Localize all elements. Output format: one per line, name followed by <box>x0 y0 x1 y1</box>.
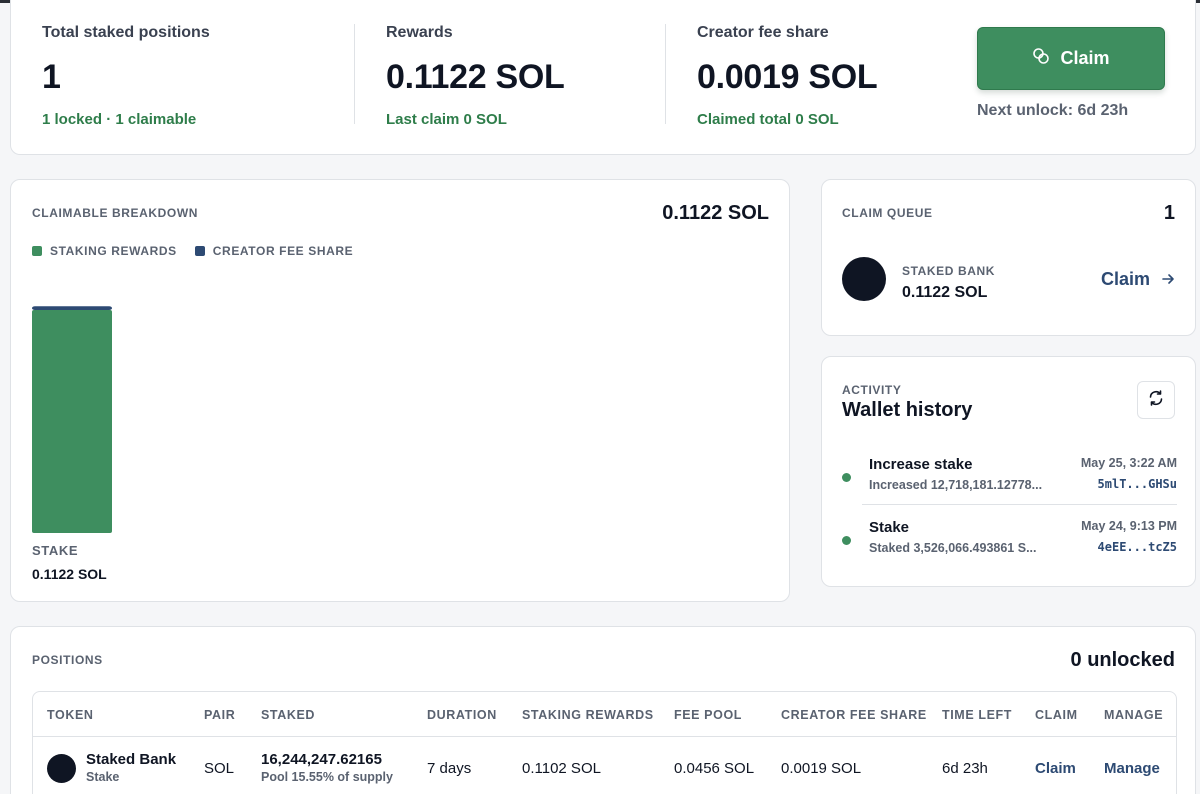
claim-button[interactable]: Claim <box>977 27 1165 90</box>
activity-item-time: May 25, 3:22 AM <box>1080 456 1177 470</box>
claim-button-label: Claim <box>1060 48 1110 68</box>
column-header-pair: PAIR <box>204 708 236 722</box>
avatar <box>842 257 886 301</box>
column-header-duration: DURATION <box>427 708 497 722</box>
column-header-creator-fee-share: CREATOR FEE SHARE <box>781 708 927 722</box>
positions-unlocked: 0 unlocked <box>1070 649 1175 671</box>
queue-claim-label: Claim <box>1100 269 1150 289</box>
row-claim-link[interactable]: Claim <box>1035 760 1076 777</box>
cell-time-left: 6d 23h <box>942 760 988 777</box>
legend-label: STAKING REWARDS <box>50 244 177 258</box>
claim-queue-card: CLAIM QUEUE 1 STAKED BANK 0.1122 SOL Cla… <box>821 179 1196 336</box>
stat-sub: Claimed total 0 SOL <box>697 111 839 128</box>
positions-card: POSITIONS 0 unlocked TOKEN PAIR STAKED D… <box>10 626 1196 794</box>
positions-title: POSITIONS <box>32 653 103 667</box>
activity-eyebrow: ACTIVITY <box>842 383 902 397</box>
legend-swatch <box>32 246 42 256</box>
summary-card: Total staked positions 1 1 locked · 1 cl… <box>10 0 1196 155</box>
queue-count: 1 <box>1163 202 1175 224</box>
breakdown-title: CLAIMABLE BREAKDOWN <box>32 206 199 220</box>
arrow-right-icon <box>1162 269 1175 290</box>
column-header-manage: MANAGE <box>1104 708 1164 722</box>
cell-pair: SOL <box>204 760 235 777</box>
refresh-icon <box>1147 389 1165 412</box>
cell-staking-rewards: 0.1102 SOL <box>522 760 601 777</box>
stat-sub: 1 locked · 1 claimable <box>42 111 197 128</box>
bar-segment-creator-fee-share <box>32 306 112 311</box>
legend-item-creator-fee-share: CREATOR FEE SHARE <box>194 244 354 258</box>
cell-fee-pool: 0.0456 SOL <box>674 760 755 777</box>
activity-item-hash[interactable]: 4eEE...tcZ5 <box>1098 540 1177 554</box>
cell-staked: 16,244,247.62165 <box>261 751 382 768</box>
column-header-fee-pool: FEE POOL <box>674 708 743 722</box>
divider <box>665 24 666 124</box>
stat-value: 1 <box>42 58 61 96</box>
column-header-staking-rewards: STAKING REWARDS <box>522 708 654 722</box>
divider <box>354 24 355 124</box>
next-unlock: Next unlock: 6d 23h <box>977 102 1129 119</box>
legend-label: CREATOR FEE SHARE <box>212 244 354 258</box>
activity-card: ACTIVITY Wallet history Increase stake I… <box>821 356 1196 587</box>
stat-value: 0.0019 SOL <box>697 58 878 96</box>
chart-legend: STAKING REWARDS CREATOR FEE SHARE <box>32 244 353 258</box>
queue-claim-link[interactable]: Claim <box>1101 269 1175 290</box>
stat-creator-fee: Creator fee share 0.0019 SOL Claimed tot… <box>697 24 878 128</box>
queue-title: CLAIM QUEUE <box>842 206 933 220</box>
activity-item-title: Stake <box>869 519 910 536</box>
stat-total-staked: Total staked positions 1 1 locked · 1 cl… <box>42 24 210 128</box>
coins-icon <box>1032 47 1050 70</box>
bar-segment-staking-rewards <box>32 310 112 533</box>
status-dot <box>842 536 851 545</box>
column-header-token: TOKEN <box>47 708 94 722</box>
status-dot <box>842 473 851 482</box>
activity-item-title: Increase stake <box>869 456 973 473</box>
activity-title: Wallet history <box>842 399 973 421</box>
legend-item-staking-rewards: STAKING REWARDS <box>32 244 177 258</box>
token-name: Staked Bank <box>86 751 177 768</box>
cell-creator-fee-share: 0.0019 SOL <box>781 760 862 777</box>
cell-duration: 7 days <box>427 760 472 777</box>
stat-value: 0.1122 SOL <box>386 58 565 96</box>
legend-swatch <box>194 246 205 256</box>
bar-label: STAKE <box>32 543 79 558</box>
activity-item[interactable]: Stake Staked 3,526,066.493861 S... May 2… <box>842 519 1177 577</box>
queue-item-value: 0.1122 SOL <box>902 284 988 301</box>
activity-item-desc: Increased 12,718,181.12778... <box>869 478 1043 492</box>
token-sub: Stake <box>86 770 120 784</box>
stat-rewards: Rewards 0.1122 SOL Last claim 0 SOL <box>386 24 565 128</box>
stat-label: Total staked positions <box>42 24 210 41</box>
activity-item-time: May 24, 9:13 PM <box>1081 519 1177 533</box>
column-header-time-left: TIME LEFT <box>942 708 1012 722</box>
cell-staked-sub: Pool 15.55% of supply <box>261 770 393 784</box>
column-header-claim: CLAIM <box>1035 708 1078 722</box>
refresh-button[interactable] <box>1137 381 1175 419</box>
activity-item-hash[interactable]: 5mlT...GHSu <box>1098 477 1177 491</box>
divider <box>862 504 1177 505</box>
positions-table: TOKEN PAIR STAKED DURATION STAKING REWAR… <box>32 691 1177 794</box>
row-manage-link[interactable]: Manage <box>1104 760 1160 777</box>
bar-value: 0.1122 SOL <box>32 566 107 582</box>
token-avatar <box>47 754 76 783</box>
stat-label: Rewards <box>386 24 453 41</box>
queue-item-label: STAKED BANK <box>902 264 996 278</box>
column-header-staked: STAKED <box>261 708 316 722</box>
breakdown-chart <box>32 306 112 533</box>
activity-item-desc: Staked 3,526,066.493861 S... <box>869 541 1037 555</box>
activity-item[interactable]: Increase stake Increased 12,718,181.1277… <box>842 456 1177 514</box>
claimable-breakdown-card: CLAIMABLE BREAKDOWN 0.1122 SOL STAKING R… <box>10 179 790 602</box>
stat-sub: Last claim 0 SOL <box>386 111 507 128</box>
stat-label: Creator fee share <box>697 24 829 41</box>
breakdown-total: 0.1122 SOL <box>662 202 769 224</box>
table-header-divider <box>33 736 1176 737</box>
